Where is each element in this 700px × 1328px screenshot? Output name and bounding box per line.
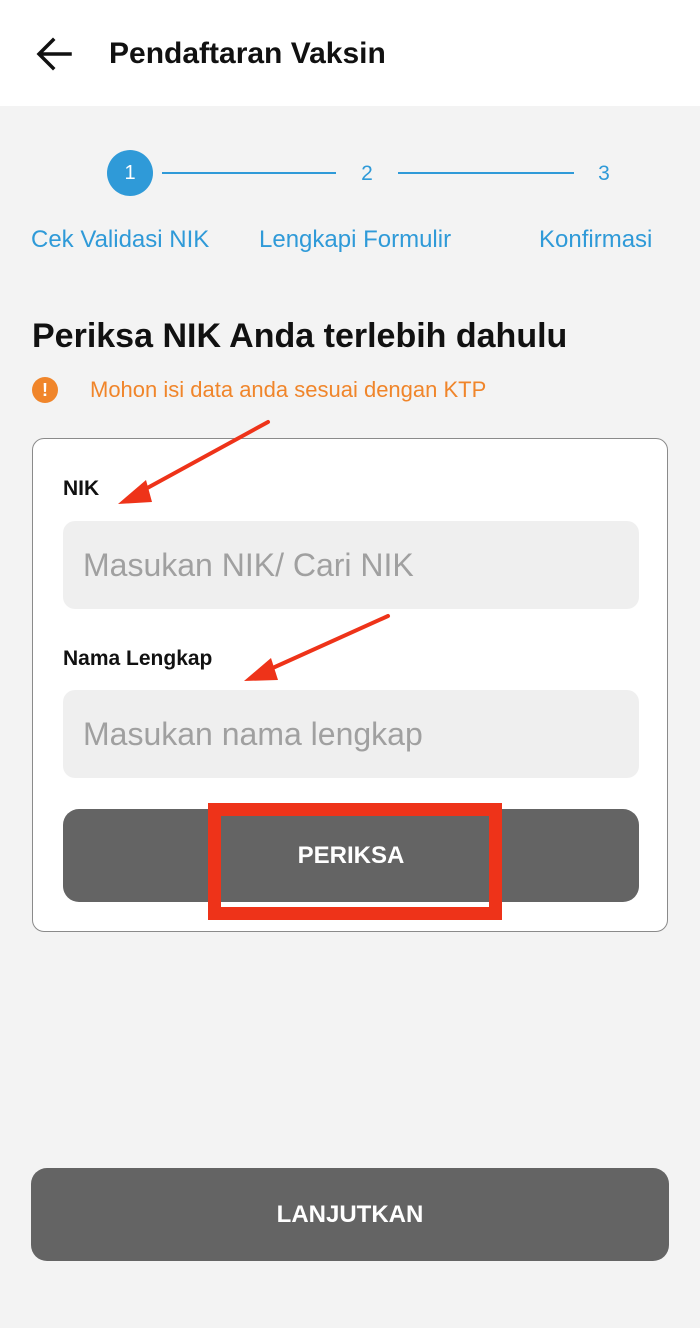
- step-3-indicator: 3: [598, 162, 610, 185]
- step-connector-2: [398, 172, 574, 174]
- info-message: Mohon isi data anda sesuai dengan KTP: [90, 377, 487, 402]
- highlight-box-annotation: [208, 803, 502, 920]
- step-1-label: Cek Validasi NIK: [31, 226, 210, 253]
- page-title: Pendaftaran Vaksin: [109, 37, 386, 70]
- step-1-indicator: 1: [107, 150, 153, 196]
- back-button[interactable]: [30, 30, 78, 78]
- info-icon: !: [32, 377, 58, 403]
- nik-input[interactable]: [63, 521, 639, 609]
- app-bar: Pendaftaran Vaksin: [0, 0, 700, 106]
- nik-label: NIK: [63, 477, 100, 500]
- step-3-label: Konfirmasi: [539, 226, 653, 253]
- arrow-left-icon: [36, 37, 72, 71]
- full-name-label: Nama Lengkap: [63, 647, 213, 670]
- step-connector-1: [162, 172, 336, 174]
- step-2-label: Lengkapi Formulir: [259, 226, 452, 253]
- continue-button[interactable]: LANJUTKAN: [31, 1168, 669, 1261]
- section-heading: Periksa NIK Anda terlebih dahulu: [32, 317, 568, 355]
- full-name-input[interactable]: [63, 690, 639, 778]
- step-2-indicator: 2: [361, 162, 373, 185]
